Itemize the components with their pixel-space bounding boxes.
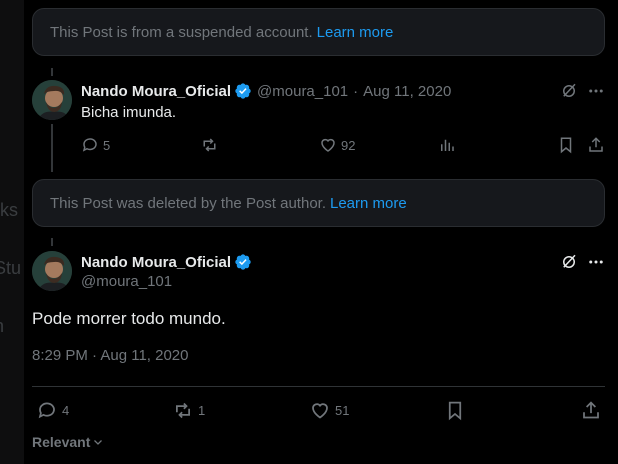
reply-text: Bicha imunda. [81,104,177,121]
bookmark-icon[interactable] [444,400,466,421]
like-button[interactable]: 51 [309,400,349,421]
background-text: n [0,316,4,337]
main-author-row: Nando Moura_Oficial [81,253,252,271]
repost-button[interactable] [200,136,219,154]
reply-button[interactable]: 4 [36,400,69,421]
share-icon[interactable] [580,400,602,421]
views-icon[interactable] [438,136,456,154]
chevron-down-icon [94,440,103,445]
handle[interactable]: @moura_101 [257,83,348,100]
reply-button[interactable]: 5 [81,136,110,154]
bookmark-icon[interactable] [557,136,575,154]
thread-line [51,124,53,172]
verified-badge-icon [235,83,251,99]
background-text: rks [0,200,18,220]
verified-badge-icon [235,254,251,270]
post-timestamp[interactable]: 8:29 PM · Aug 11, 2020 [32,347,189,364]
notice-text: This Post is from a suspended account. [50,23,313,41]
reply-count: 4 [62,403,70,418]
more-options-icon[interactable] [587,253,605,271]
like-count: 51 [335,403,350,418]
sort-dropdown[interactable]: Relevant [32,434,104,450]
post-text: Pode morrer todo mundo. [32,309,226,328]
reply-count: 5 [103,137,111,153]
background-sidebar: rks Stu n [0,0,24,464]
separator: · [353,82,359,100]
avatar[interactable] [32,80,72,120]
suspended-account-notice: This Post is from a suspended account. L… [32,8,605,56]
learn-more-link[interactable]: Learn more [317,24,394,41]
reply-author-row: Nando Moura_Oficial @moura_101 · Aug 11,… [81,82,451,100]
display-name[interactable]: Nando Moura_Oficial [81,83,231,100]
deleted-post-notice: This Post was deleted by the Post author… [32,179,605,227]
avatar[interactable] [32,251,72,291]
more-options-icon[interactable] [587,82,605,100]
background-text: Stu [0,258,22,278]
thread-line [51,68,53,76]
repost-count: 1 [198,403,206,418]
notice-text: This Post was deleted by the Post author… [50,194,326,212]
grok-icon[interactable] [560,253,578,271]
divider [32,386,605,387]
sort-label: Relevant [32,434,91,450]
grok-icon[interactable] [560,82,578,100]
handle[interactable]: @moura_101 [81,273,172,290]
post-date[interactable]: Aug 11, 2020 [363,83,451,100]
display-name[interactable]: Nando Moura_Oficial [81,254,231,271]
like-button[interactable]: 92 [319,136,355,154]
repost-button[interactable]: 1 [172,400,205,421]
like-count: 92 [341,137,356,153]
share-icon[interactable] [587,136,605,154]
learn-more-link[interactable]: Learn more [330,195,407,212]
thread-line [51,238,53,246]
